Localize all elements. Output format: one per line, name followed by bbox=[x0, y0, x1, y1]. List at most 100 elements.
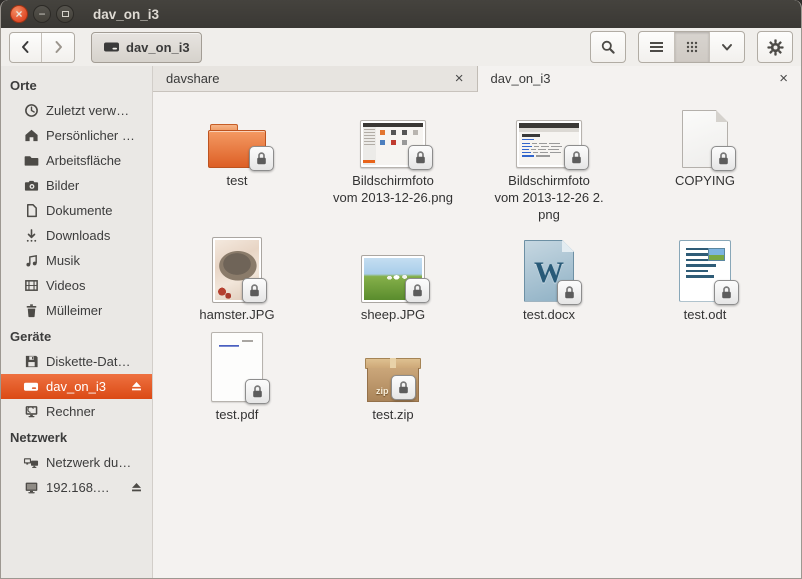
window-maximize-button[interactable] bbox=[56, 5, 74, 23]
breadcrumb-label: dav_on_i3 bbox=[126, 40, 190, 55]
lock-emblem-icon bbox=[711, 146, 736, 171]
sidebar-item-network-server[interactable]: 192.168.… bbox=[1, 475, 152, 500]
sidebar-item-computer[interactable]: Rechner bbox=[1, 399, 152, 424]
file-label: test bbox=[227, 173, 248, 190]
window-title: dav_on_i3 bbox=[93, 7, 159, 22]
list-view-icon bbox=[649, 40, 664, 54]
sidebar-item-label: Mülleimer bbox=[46, 303, 102, 318]
sidebar-item-label: 192.168.… bbox=[46, 480, 110, 495]
file-item-test-odt[interactable]: test.odt bbox=[627, 234, 783, 324]
sidebar-item-label: Dokumente bbox=[46, 203, 112, 218]
trash-icon bbox=[23, 303, 39, 319]
screenshot-thumbnail-icon bbox=[516, 120, 582, 168]
file-item-copying[interactable]: COPYING bbox=[627, 100, 783, 224]
tab-dav-on-i3[interactable]: dav_on_i3 × bbox=[478, 66, 802, 92]
maximize-icon bbox=[62, 11, 69, 17]
search-button[interactable] bbox=[590, 31, 626, 63]
pdf-document-icon bbox=[211, 332, 263, 402]
view-switcher bbox=[638, 31, 745, 63]
lock-emblem-icon bbox=[557, 280, 582, 305]
grid-view-button[interactable] bbox=[674, 32, 709, 62]
file-item-test-folder[interactable]: test bbox=[159, 100, 315, 224]
sidebar-item-label: Videos bbox=[46, 278, 86, 293]
settings-button[interactable] bbox=[757, 31, 793, 63]
view-options-button[interactable] bbox=[709, 32, 744, 62]
sidebar-item-desktop[interactable]: Arbeitsfläche bbox=[1, 148, 152, 173]
sidebar-item-label: Persönlicher … bbox=[46, 128, 135, 143]
sidebar-item-floppy[interactable]: Diskette-Dat… bbox=[1, 349, 152, 374]
lock-emblem-icon bbox=[391, 375, 416, 400]
lock-emblem-icon bbox=[714, 280, 739, 305]
text-file-icon bbox=[682, 110, 728, 168]
sidebar-item-downloads[interactable]: Downloads bbox=[1, 223, 152, 248]
eject-icon[interactable] bbox=[130, 380, 143, 393]
recent-clock-icon bbox=[23, 103, 39, 119]
sidebar-section-network: Netzwerk bbox=[1, 424, 152, 450]
sidebar-item-label: Bilder bbox=[46, 178, 79, 193]
sidebar-item-label: Musik bbox=[46, 253, 80, 268]
main-panel: davshare × dav_on_i3 × test bbox=[153, 66, 801, 578]
screenshot-thumbnail-icon bbox=[360, 120, 426, 168]
toolbar-right bbox=[590, 31, 793, 63]
search-icon bbox=[600, 39, 616, 55]
file-item-test-pdf[interactable]: test.pdf bbox=[159, 334, 315, 424]
lock-emblem-icon bbox=[245, 379, 270, 404]
floppy-icon bbox=[23, 354, 39, 370]
file-item-sheep-jpg[interactable]: sheep.JPG bbox=[315, 234, 471, 324]
word-document-icon: W bbox=[524, 240, 574, 302]
sidebar-item-network-browse[interactable]: Netzwerk du… bbox=[1, 450, 152, 475]
folder-icon bbox=[208, 124, 266, 168]
file-item-test-zip[interactable]: zip test.zip bbox=[315, 334, 471, 424]
window-minimize-button[interactable]: − bbox=[33, 5, 51, 23]
forward-button[interactable] bbox=[42, 33, 74, 62]
sidebar-item-videos[interactable]: Videos bbox=[1, 273, 152, 298]
file-item-test-docx[interactable]: W test.docx bbox=[471, 234, 627, 324]
file-item-screenshot-2[interactable]: Bildschirmfoto vom 2013-12-26 2. png bbox=[471, 100, 627, 224]
sidebar-item-label: Rechner bbox=[46, 404, 95, 419]
file-label: test.zip bbox=[372, 407, 413, 424]
tab-label: dav_on_i3 bbox=[491, 71, 551, 86]
file-label: test.docx bbox=[523, 307, 575, 324]
file-grid: test bbox=[153, 92, 801, 578]
sidebar: Orte Zuletzt verw… Persönlicher … Arbeit… bbox=[1, 66, 153, 578]
breadcrumb[interactable]: dav_on_i3 bbox=[91, 32, 202, 63]
tab-close-icon[interactable]: × bbox=[779, 71, 788, 86]
download-icon bbox=[23, 228, 39, 244]
file-item-hamster-jpg[interactable]: hamster.JPG bbox=[159, 234, 315, 324]
sidebar-item-recent[interactable]: Zuletzt verw… bbox=[1, 98, 152, 123]
file-label: hamster.JPG bbox=[199, 307, 274, 324]
zip-badge: zip bbox=[376, 386, 389, 396]
lock-emblem-icon bbox=[242, 278, 267, 303]
tab-close-icon[interactable]: × bbox=[455, 71, 464, 86]
tab-label: davshare bbox=[166, 71, 219, 86]
sidebar-item-trash[interactable]: Mülleimer bbox=[1, 298, 152, 323]
odt-document-icon bbox=[679, 240, 731, 302]
sidebar-item-label: Netzwerk du… bbox=[46, 455, 131, 470]
chevron-left-icon bbox=[18, 39, 34, 55]
lock-emblem-icon bbox=[408, 145, 433, 170]
file-item-screenshot-1[interactable]: Bildschirmfoto vom 2013-12-26.png bbox=[315, 100, 471, 224]
chevron-down-icon bbox=[720, 40, 734, 54]
back-button[interactable] bbox=[10, 33, 42, 62]
sidebar-item-label: dav_on_i3 bbox=[46, 379, 106, 394]
sidebar-item-home[interactable]: Persönlicher … bbox=[1, 123, 152, 148]
titlebar[interactable]: × − dav_on_i3 bbox=[1, 0, 801, 28]
grid-view-icon bbox=[685, 40, 699, 54]
window-close-button[interactable]: × bbox=[10, 5, 28, 23]
music-icon bbox=[23, 253, 39, 269]
harddrive-icon bbox=[23, 379, 39, 395]
sidebar-item-documents[interactable]: Dokumente bbox=[1, 198, 152, 223]
sidebar-item-music[interactable]: Musik bbox=[1, 248, 152, 273]
computer-icon bbox=[23, 404, 39, 420]
sidebar-item-dav-on-i3[interactable]: dav_on_i3 bbox=[1, 374, 152, 399]
gear-icon bbox=[767, 39, 784, 56]
photo-thumbnail-icon bbox=[213, 238, 261, 302]
tab-davshare[interactable]: davshare × bbox=[153, 66, 478, 92]
eject-icon[interactable] bbox=[130, 481, 143, 494]
sidebar-item-label: Downloads bbox=[46, 228, 110, 243]
sidebar-item-label: Arbeitsfläche bbox=[46, 153, 121, 168]
file-label: Bildschirmfoto vom 2013-12-26 2. png bbox=[494, 173, 603, 224]
sidebar-item-pictures[interactable]: Bilder bbox=[1, 173, 152, 198]
list-view-button[interactable] bbox=[639, 32, 674, 62]
file-label: COPYING bbox=[675, 173, 735, 190]
